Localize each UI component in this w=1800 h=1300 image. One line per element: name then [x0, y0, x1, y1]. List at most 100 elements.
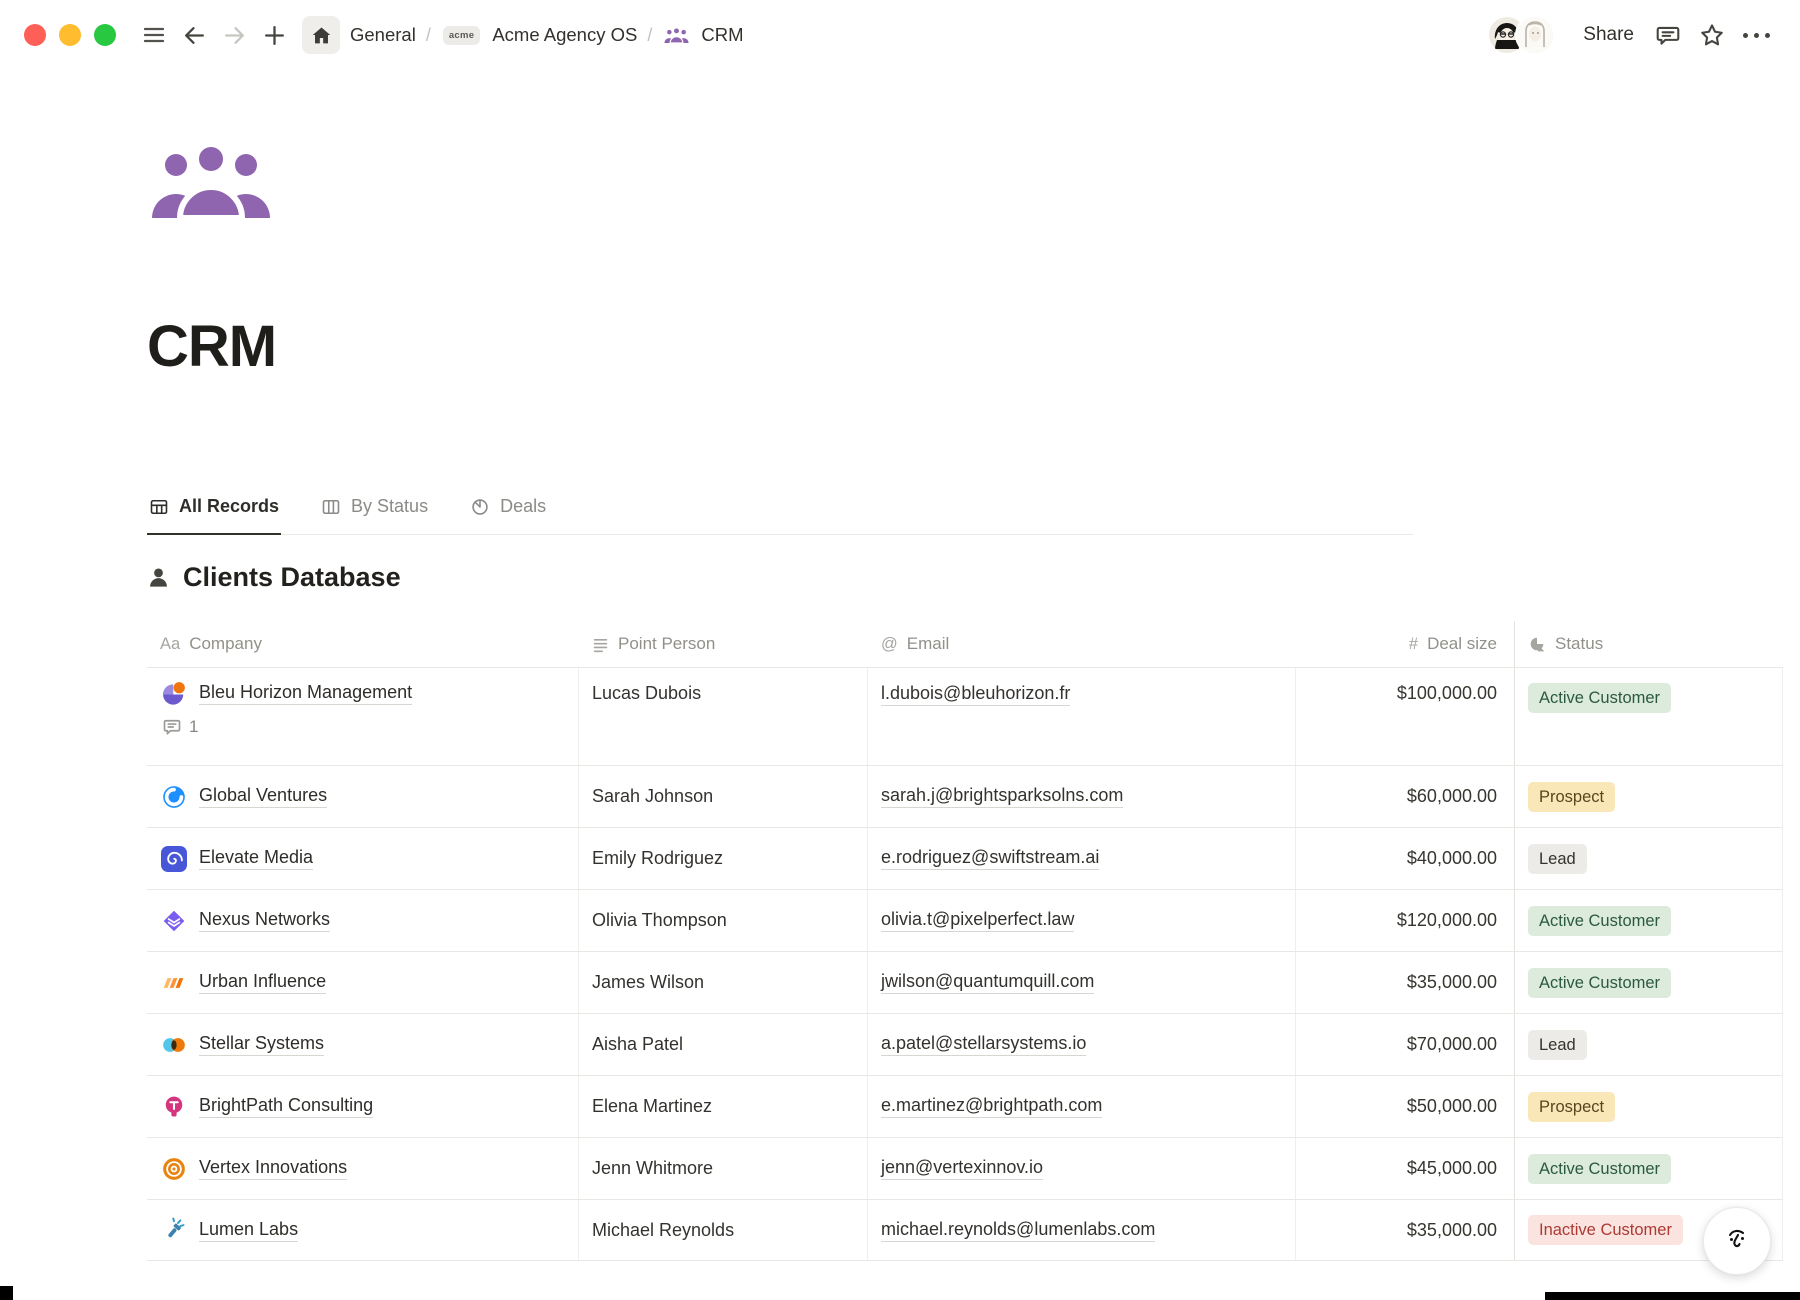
urban-influence-logo-icon [160, 969, 187, 996]
point-person[interactable]: Elena Martinez [592, 1096, 712, 1117]
table-row[interactable]: Vertex Innovations Jenn Whitmore jenn@ve… [147, 1137, 1783, 1199]
tab-by-status[interactable]: By Status [319, 490, 430, 535]
tab-label: By Status [351, 496, 428, 517]
table-row[interactable]: BrightPath Consulting Elena Martinez e.m… [147, 1075, 1783, 1137]
company-link[interactable]: Elevate Media [199, 847, 313, 870]
workspace-logo-badge: acme [443, 26, 481, 45]
deal-size[interactable]: $120,000.00 [1397, 910, 1497, 931]
status-badge[interactable]: Active Customer [1528, 906, 1671, 936]
deal-size[interactable]: $35,000.00 [1407, 1220, 1497, 1241]
deal-size[interactable]: $60,000.00 [1407, 786, 1497, 807]
crm-page-icon [664, 26, 689, 44]
company-link[interactable]: Bleu Horizon Management [199, 682, 412, 705]
deal-size[interactable]: $70,000.00 [1407, 1034, 1497, 1055]
home-icon[interactable] [302, 16, 340, 54]
email-link[interactable]: jwilson@quantumquill.com [881, 971, 1094, 994]
company-link[interactable]: BrightPath Consulting [199, 1095, 373, 1118]
company-link[interactable]: Stellar Systems [199, 1033, 324, 1056]
company-link[interactable]: Nexus Networks [199, 909, 330, 932]
minimize-window-button[interactable] [59, 24, 81, 46]
email-link[interactable]: michael.reynolds@lumenlabs.com [881, 1219, 1155, 1242]
favorite-star-icon[interactable] [1692, 15, 1732, 55]
new-page-plus-icon[interactable] [254, 15, 294, 55]
column-header-status[interactable]: Status [1515, 621, 1783, 667]
stellar-systems-logo-icon [160, 1031, 187, 1058]
company-link[interactable]: Lumen Labs [199, 1219, 298, 1242]
column-header-point-person[interactable]: Point Person [579, 621, 868, 667]
point-person[interactable]: Michael Reynolds [592, 1220, 734, 1241]
status-badge[interactable]: Inactive Customer [1528, 1215, 1683, 1245]
person-icon [147, 566, 170, 589]
point-person[interactable]: Jenn Whitmore [592, 1158, 713, 1179]
status-badge[interactable]: Active Customer [1528, 683, 1671, 713]
point-person[interactable]: Sarah Johnson [592, 786, 713, 807]
status-badge[interactable]: Prospect [1528, 1092, 1615, 1122]
view-tabs: All Records By Status Deals [147, 490, 1413, 535]
global-ventures-logo-icon [160, 783, 187, 810]
point-person[interactable]: Olivia Thompson [592, 910, 727, 931]
database-title[interactable]: Clients Database [183, 562, 401, 593]
table-row[interactable]: Elevate Media Emily Rodriguez e.rodrigue… [147, 827, 1783, 889]
back-arrow-icon[interactable] [174, 15, 214, 55]
status-badge[interactable]: Lead [1528, 1030, 1587, 1060]
email-link[interactable]: l.dubois@bleuhorizon.fr [881, 683, 1070, 706]
tab-all-records[interactable]: All Records [147, 490, 281, 535]
status-badge[interactable]: Active Customer [1528, 968, 1671, 998]
deal-size[interactable]: $35,000.00 [1407, 972, 1497, 993]
company-link[interactable]: Global Ventures [199, 785, 327, 808]
ai-assistant-button[interactable] [1703, 1207, 1771, 1275]
status-badge[interactable]: Lead [1528, 844, 1587, 874]
point-person[interactable]: James Wilson [592, 972, 704, 993]
page-icon-people-group[interactable] [150, 140, 272, 218]
close-window-button[interactable] [24, 24, 46, 46]
comment-count[interactable]: 1 [189, 717, 198, 737]
email-link[interactable]: olivia.t@pixelperfect.law [881, 909, 1074, 932]
company-link[interactable]: Vertex Innovations [199, 1157, 347, 1180]
table-row[interactable]: Bleu Horizon Management 1 Lucas Dubois l… [147, 667, 1783, 765]
column-header-email[interactable]: @ Email [868, 621, 1296, 667]
breadcrumb-page[interactable]: CRM [697, 24, 747, 46]
sidebar-menu-icon[interactable] [134, 15, 174, 55]
deal-size[interactable]: $40,000.00 [1407, 848, 1497, 869]
screen-corner-artifact [0, 1286, 13, 1300]
email-link[interactable]: jenn@vertexinnov.io [881, 1157, 1043, 1180]
clients-table: Aa Company Point Person @ Email # Deal s… [147, 621, 1783, 1261]
point-person[interactable]: Aisha Patel [592, 1034, 683, 1055]
avatar [1515, 15, 1555, 55]
email-link[interactable]: sarah.j@brightsparksolns.com [881, 785, 1123, 808]
breadcrumb-separator: / [641, 25, 658, 46]
deal-size[interactable]: $50,000.00 [1407, 1096, 1497, 1117]
table-row[interactable]: Lumen Labs Michael Reynolds michael.reyn… [147, 1199, 1783, 1261]
company-link[interactable]: Urban Influence [199, 971, 326, 994]
status-badge[interactable]: Prospect [1528, 782, 1615, 812]
vertex-innovations-logo-icon [160, 1155, 187, 1182]
table-row[interactable]: Nexus Networks Olivia Thompson olivia.t@… [147, 889, 1783, 951]
elevate-media-logo-icon [160, 845, 187, 872]
table-row[interactable]: Stellar Systems Aisha Patel a.patel@stel… [147, 1013, 1783, 1075]
email-link[interactable]: a.patel@stellarsystems.io [881, 1033, 1086, 1056]
share-button[interactable]: Share [1573, 18, 1644, 52]
table-row[interactable]: Global Ventures Sarah Johnson sarah.j@br… [147, 765, 1783, 827]
table-row[interactable]: Urban Influence James Wilson jwilson@qua… [147, 951, 1783, 1013]
column-header-company[interactable]: Aa Company [147, 621, 579, 667]
more-options-icon[interactable] [1736, 15, 1776, 55]
zoom-window-button[interactable] [94, 24, 116, 46]
point-person[interactable]: Emily Rodriguez [592, 848, 723, 869]
email-link[interactable]: e.rodriguez@swiftstream.ai [881, 847, 1099, 870]
bleu-horizon-logo-icon [160, 680, 187, 707]
page-title: CRM [147, 312, 1800, 382]
deal-size[interactable]: $45,000.00 [1407, 1158, 1497, 1179]
column-header-deal-size[interactable]: # Deal size [1296, 621, 1515, 667]
forward-arrow-icon[interactable] [214, 15, 254, 55]
comments-icon[interactable] [1648, 15, 1688, 55]
collaborator-avatars[interactable] [1487, 15, 1555, 55]
tab-deals[interactable]: Deals [468, 490, 548, 535]
point-person[interactable]: Lucas Dubois [592, 683, 701, 704]
traffic-lights [24, 24, 116, 46]
breadcrumb-general[interactable]: General [346, 24, 420, 46]
email-link[interactable]: e.martinez@brightpath.com [881, 1095, 1102, 1118]
status-badge[interactable]: Active Customer [1528, 1154, 1671, 1184]
breadcrumb-workspace[interactable]: Acme Agency OS [488, 24, 641, 46]
nexus-networks-logo-icon [160, 907, 187, 934]
deal-size[interactable]: $100,000.00 [1397, 683, 1497, 704]
